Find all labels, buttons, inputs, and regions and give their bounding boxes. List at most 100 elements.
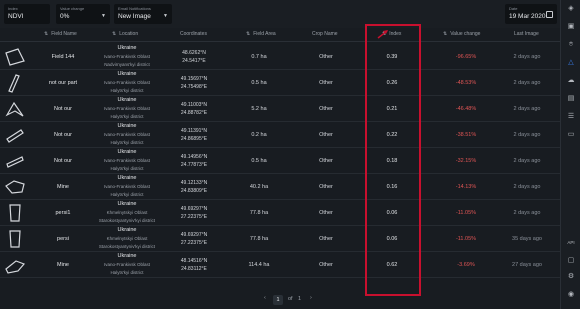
field-shape-icon [5, 48, 25, 66]
location-region: Ivano-Frankivsk Oblast [103, 183, 150, 189]
table-row[interactable]: not our part Ukraine Ivano-Frankivsk Obl… [0, 70, 560, 96]
last-image: 2 days ago [513, 54, 541, 60]
location: Ukraine Ivano-Frankivsk Oblast Halyts'ky… [96, 71, 158, 94]
field-shape-icon [5, 180, 25, 194]
value-change-label: Value change [60, 6, 85, 11]
column-location-label: Location [119, 31, 139, 37]
location: Ukraine Ivano-Frankivsk Oblast Halyts'ky… [96, 149, 158, 172]
location-region: Ivano-Frankivsk Oblast [103, 79, 150, 85]
coordinates: 49.69297°N 27.22375°E [170, 232, 218, 247]
coordinates: 49.69297°N 27.22375°E [170, 206, 218, 221]
location: Ukraine Khmelnytskyi Oblast Starokostyan… [96, 201, 158, 224]
field-shape-icon [6, 129, 24, 143]
field-area: 114.4 ha [248, 262, 270, 268]
pin-icon[interactable]: ⌾ [565, 40, 577, 50]
table-row[interactable]: Mine Ukraine Ivano-Frankivsk Oblast Haly… [0, 252, 560, 278]
last-image: 2 days ago [513, 80, 541, 86]
index-select-value: NDVI [8, 13, 24, 20]
latitude: 49.11003°N [180, 102, 208, 108]
field-name: persi1 [55, 210, 71, 216]
location-country: Ukraine [117, 123, 137, 129]
field-name: Mine [57, 184, 69, 190]
value-change: -38.51% [455, 132, 477, 138]
next-page-button[interactable]: › [310, 295, 312, 301]
location-district: Starokostyantyniv'kyi district [98, 243, 156, 249]
column-location[interactable]: ⇅ Location [112, 31, 138, 37]
index-select[interactable]: Index NDVI [4, 4, 50, 24]
field-area: 0.7 ha [251, 54, 267, 60]
folder-icon[interactable]: ▭ [565, 130, 577, 140]
table-row[interactable]: Mine Ukraine Ivano-Frankivsk Oblast Haly… [0, 174, 560, 200]
table-row[interactable]: persi Ukraine Khmelnytskyi Oblast Starok… [0, 226, 560, 252]
column-coordinates-label: Coordinates [180, 31, 207, 37]
location-district: Halyts'kyi district [110, 165, 144, 171]
value-change: -46.48% [455, 106, 477, 112]
settings-icon[interactable]: ⚙ [565, 272, 577, 282]
index-value: 0.26 [386, 80, 398, 86]
index-value: 0.22 [386, 132, 398, 138]
table-row[interactable]: Not our Ukraine Ivano-Frankivsk Oblast H… [0, 148, 560, 174]
longitude: 24.83112°E [181, 265, 207, 272]
coordinates: 49.11391°N 24.86895°E [170, 128, 218, 143]
table-row[interactable]: Field 144 Ukraine Ivano-Frankivsk Oblast… [0, 44, 560, 70]
column-field-name[interactable]: ⇅ Field Name [44, 31, 77, 37]
field-area: 0.5 ha [251, 80, 267, 86]
chat-icon[interactable]: ▢ [565, 256, 577, 266]
prev-page-button[interactable]: ‹ [264, 295, 266, 301]
crop-name: Other [319, 236, 333, 242]
location: Ukraine Ivano-Frankivsk Oblast Nadvirnya… [96, 45, 158, 68]
cloud-icon[interactable]: ☁ [565, 76, 577, 86]
upload-icon[interactable]: △ [565, 58, 577, 68]
index-value: 0.39 [386, 54, 398, 60]
latitude: 49.15697°N [180, 76, 208, 82]
field-area: 77.8 ha [249, 236, 269, 242]
crop-name: Other [319, 132, 333, 138]
map-icon[interactable]: ▣ [565, 22, 577, 32]
last-image: 2 days ago [513, 210, 541, 216]
latitude: 49.12133°N [180, 180, 208, 186]
page-of-label: of [288, 296, 293, 302]
location-region: Ivano-Frankivsk Oblast [103, 131, 150, 137]
table-row[interactable]: persi1 Ukraine Khmelnytskyi Oblast Staro… [0, 200, 560, 226]
crop-name: Other [319, 80, 333, 86]
coordinates: 48.6262°N 24.5417°E [170, 50, 218, 65]
longitude: 24.77873°E [180, 161, 208, 168]
location-country: Ukraine [117, 253, 137, 259]
column-field-area[interactable]: ⇅ Field Area [246, 31, 276, 37]
table-row[interactable]: Not our Ukraine Ivano-Frankivsk Oblast H… [0, 122, 560, 148]
date-picker[interactable]: Date 19 Mar 2020 [505, 4, 557, 24]
field-shape-icon [9, 230, 21, 248]
location: Ukraine Ivano-Frankivsk Oblast Halyts'ky… [96, 123, 158, 146]
coordinates: 49.11003°N 24.88782°E [170, 102, 218, 117]
index-value: 0.21 [386, 106, 398, 112]
table-row[interactable]: Not our Ukraine Ivano-Frankivsk Oblast H… [0, 96, 560, 122]
list-icon[interactable]: ☰ [565, 112, 577, 122]
longitude: 24.75498°E [180, 83, 208, 90]
field-area: 0.5 ha [251, 158, 267, 164]
location-district: Halyts'kyi district [110, 191, 144, 197]
layers-icon[interactable]: ◈ [565, 4, 577, 14]
location-district: Halyts'kyi district [110, 87, 144, 93]
last-image: 27 days ago [512, 262, 542, 268]
current-page[interactable]: 1 [273, 295, 283, 305]
last-image: 2 days ago [513, 106, 541, 112]
last-image: 2 days ago [513, 132, 541, 138]
pagination: ‹ 1 of 1 › [260, 294, 330, 306]
coordinates: 49.12133°N 24.83809°E [170, 180, 218, 195]
column-last-image-label: Last Image [514, 31, 539, 37]
sort-icon: ⇅ [44, 31, 49, 37]
index-value: 0.18 [386, 158, 398, 164]
sort-icon: ⇅ [246, 31, 251, 37]
column-value-change[interactable]: ⇅ Value change [443, 31, 480, 37]
total-pages: 1 [298, 296, 302, 302]
chart-icon[interactable]: ▤ [565, 94, 577, 104]
email-notifications-select[interactable]: Email Notifications New Image ▼ [114, 4, 172, 24]
longitude: 27.22375°E [180, 213, 208, 220]
email-notifications-label: Email Notifications [118, 6, 151, 11]
api-label[interactable]: API [565, 238, 577, 248]
field-name: not our part [48, 80, 78, 86]
value-change: -96.65% [455, 54, 477, 60]
chevron-down-icon: ▼ [101, 13, 106, 19]
user-icon[interactable]: ◉ [565, 290, 577, 300]
value-change-select[interactable]: Value change 0% ▼ [56, 4, 110, 24]
